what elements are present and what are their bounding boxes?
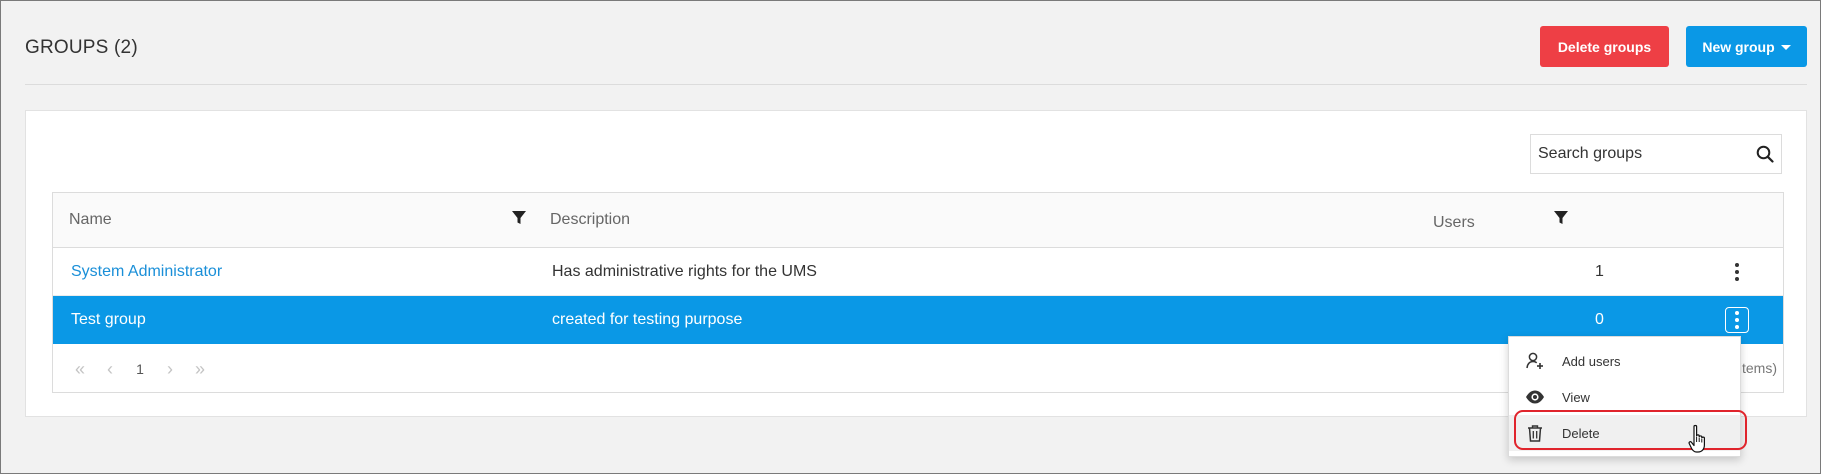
menu-item-label: View xyxy=(1562,389,1590,405)
page-number[interactable]: 1 xyxy=(125,354,155,384)
group-name-link[interactable]: Test group xyxy=(71,311,146,329)
group-users-count: 1 xyxy=(1595,263,1604,280)
filter-icon[interactable] xyxy=(1553,210,1569,226)
search-icon[interactable] xyxy=(1749,134,1781,174)
new-group-button[interactable]: New group xyxy=(1686,26,1807,67)
menu-item-label: Add users xyxy=(1562,353,1621,369)
column-header-description[interactable]: Description xyxy=(550,211,630,229)
trash-icon xyxy=(1525,423,1545,443)
next-page-icon[interactable]: › xyxy=(155,354,185,384)
filter-icon[interactable] xyxy=(511,210,527,226)
menu-item-add-users[interactable]: Add users xyxy=(1509,343,1740,379)
eye-icon xyxy=(1525,387,1545,407)
page-title: GROUPS (2) xyxy=(25,37,138,58)
more-options-icon[interactable] xyxy=(1725,307,1749,333)
group-description: Has administrative rights for the UMS xyxy=(552,263,817,280)
add-user-icon xyxy=(1525,351,1545,371)
delete-groups-button[interactable]: Delete groups xyxy=(1540,26,1669,67)
header-divider xyxy=(25,84,1807,85)
group-users-count: 0 xyxy=(1595,311,1604,328)
group-name-link[interactable]: System Administrator xyxy=(71,263,222,281)
group-description: created for testing purpose xyxy=(552,311,743,328)
search-box xyxy=(1530,134,1782,174)
hand-cursor-icon xyxy=(1688,424,1705,453)
column-header-name[interactable]: Name xyxy=(69,211,112,229)
menu-item-view[interactable]: View xyxy=(1509,379,1740,415)
column-header-users[interactable]: Users xyxy=(1433,214,1475,232)
menu-item-label: Delete xyxy=(1562,425,1600,441)
prev-page-icon[interactable]: ‹ xyxy=(95,354,125,384)
caret-down-icon xyxy=(1780,45,1791,50)
last-page-icon[interactable]: » xyxy=(185,354,215,384)
first-page-icon[interactable]: « xyxy=(65,354,95,384)
items-info: items) xyxy=(1738,360,1777,376)
table-row[interactable]: System Administrator Has administrative … xyxy=(53,248,1783,296)
search-input[interactable] xyxy=(1531,135,1749,173)
more-options-icon[interactable] xyxy=(1725,259,1749,285)
table-header: Name Description Users xyxy=(53,193,1783,248)
new-group-label: New group xyxy=(1702,38,1775,55)
